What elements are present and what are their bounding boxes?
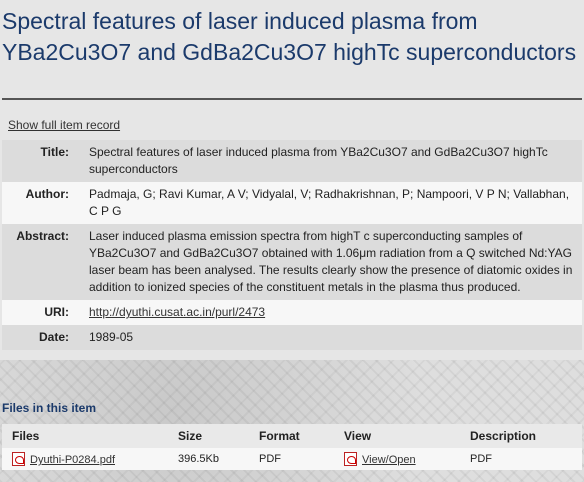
files-table: Files Size Format View Description Dyuth… [2, 424, 582, 470]
pdf-icon [344, 452, 357, 466]
files-header-row: Files Size Format View Description [2, 424, 582, 448]
column-header-description: Description [460, 424, 582, 448]
file-size: 396.5Kb [168, 448, 249, 470]
metadata-table: Title: Spectral features of laser induce… [2, 140, 582, 350]
show-full-record-link[interactable]: Show full item record [8, 118, 120, 132]
metadata-label: Abstract: [2, 224, 89, 300]
file-description: PDF [460, 448, 582, 470]
metadata-label: URI: [2, 300, 89, 325]
metadata-row-abstract: Abstract: Laser induced plasma emission … [2, 224, 582, 300]
metadata-row-uri: URI: http://dyuthi.cusat.ac.in/purl/2473 [2, 300, 582, 325]
file-download-link[interactable]: Dyuthi-P0284.pdf [30, 454, 115, 466]
view-open-link[interactable]: View/Open [362, 454, 416, 466]
column-header-files: Files [2, 424, 168, 448]
page-title: Spectral features of laser induced plasm… [2, 8, 577, 65]
metadata-label: Title: [2, 140, 89, 182]
column-header-size: Size [168, 424, 249, 448]
metadata-value: Laser induced plasma emission spectra fr… [89, 224, 582, 300]
metadata-label: Author: [2, 182, 89, 224]
file-format: PDF [249, 448, 334, 470]
file-name-cell: Dyuthi-P0284.pdf [2, 448, 168, 470]
file-row: Dyuthi-P0284.pdf 396.5Kb PDF View/Open P… [2, 448, 582, 470]
files-heading: Files in this item [2, 401, 97, 415]
metadata-row-date: Date: 1989-05 [2, 325, 582, 350]
column-header-view: View [334, 424, 460, 448]
column-header-format: Format [249, 424, 334, 448]
file-view-cell: View/Open [334, 448, 460, 470]
metadata-value: Padmaja, G; Ravi Kumar, A V; Vidyalal, V… [89, 182, 582, 224]
metadata-value: http://dyuthi.cusat.ac.in/purl/2473 [89, 300, 582, 325]
metadata-value: 1989-05 [89, 325, 582, 350]
title-divider [2, 98, 582, 100]
metadata-row-title: Title: Spectral features of laser induce… [2, 140, 582, 182]
metadata-label: Date: [2, 325, 89, 350]
uri-link[interactable]: http://dyuthi.cusat.ac.in/purl/2473 [89, 305, 265, 319]
metadata-row-author: Author: Padmaja, G; Ravi Kumar, A V; Vid… [2, 182, 582, 224]
pdf-icon [12, 452, 25, 466]
metadata-value: Spectral features of laser induced plasm… [89, 140, 582, 182]
